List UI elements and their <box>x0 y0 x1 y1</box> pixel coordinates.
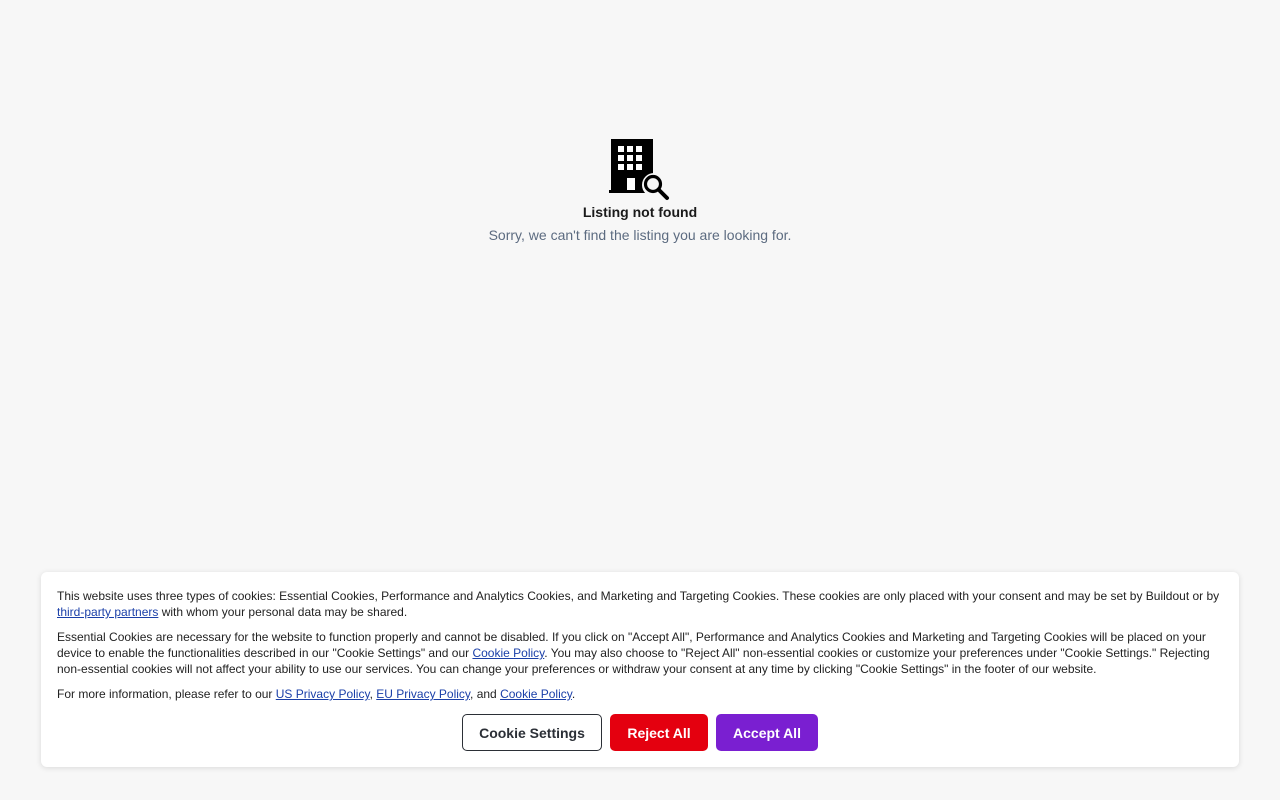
cookie-more-info-text: For more information, please refer to ou… <box>57 686 1223 702</box>
eu-privacy-policy-link[interactable]: EU Privacy Policy <box>376 687 470 701</box>
cookie-policy-link-footer[interactable]: Cookie Policy <box>500 687 572 701</box>
cookie-banner: This website uses three types of cookies… <box>41 572 1239 767</box>
building-search-icon <box>609 139 669 200</box>
cookie-intro-part: This website uses three types of cookies… <box>57 589 1220 603</box>
page-title: Listing not found <box>582 204 698 220</box>
third-party-partners-link[interactable]: third-party partners <box>57 605 158 619</box>
listing-not-found: Listing not found Sorry, we can't find t… <box>0 138 1280 243</box>
cookie-policy-link[interactable]: Cookie Policy <box>472 646 544 660</box>
page-subtitle: Sorry, we can't find the listing you are… <box>488 227 792 243</box>
cookie-essential-text: Essential Cookies are necessary for the … <box>57 629 1223 677</box>
more-info-separator: , and <box>470 687 501 701</box>
us-privacy-policy-link[interactable]: US Privacy Policy <box>276 687 370 701</box>
cookie-intro-part: with whom your personal data may be shar… <box>158 605 408 619</box>
cookie-button-row: Cookie Settings Reject All Accept All <box>41 714 1239 751</box>
reject-all-button[interactable]: Reject All <box>610 714 708 751</box>
cookie-settings-button[interactable]: Cookie Settings <box>462 714 602 751</box>
accept-all-button[interactable]: Accept All <box>716 714 818 751</box>
more-info-end: . <box>571 687 576 701</box>
cookie-intro-text: This website uses three types of cookies… <box>57 588 1223 620</box>
more-info-part: For more information, please refer to ou… <box>57 687 276 701</box>
